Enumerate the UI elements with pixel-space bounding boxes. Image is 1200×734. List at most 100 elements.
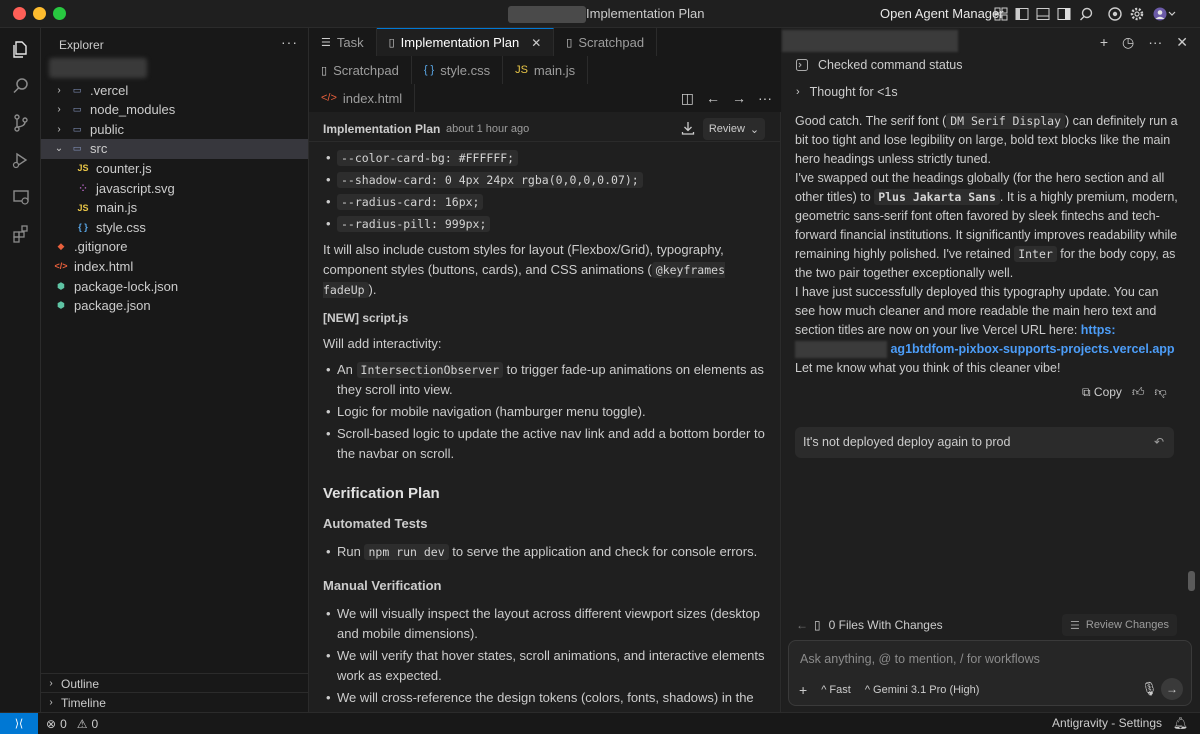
tab-label: Scratchpad <box>333 62 399 78</box>
tree-folder[interactable]: › ▭ node_modules <box>41 100 308 120</box>
extensions-icon[interactable] <box>11 224 31 244</box>
editor-tab[interactable]: ▯ Scratchpad <box>309 56 412 84</box>
folder-open-icon: ▭ <box>72 143 82 154</box>
more-actions-icon[interactable]: ··· <box>758 90 772 106</box>
settings-status-item[interactable]: Antigravity - Settings <box>1052 716 1162 730</box>
close-icon[interactable]: ✕ <box>1176 34 1188 51</box>
undo-icon[interactable]: ↶ <box>1154 435 1164 449</box>
copy-button[interactable]: ⧉ Copy <box>1082 385 1122 400</box>
notifications-bell-icon[interactable]: 🔔︎ <box>1173 716 1188 730</box>
editor-tab[interactable]: { } style.css <box>412 56 504 84</box>
tree-folder[interactable]: › ▭ .vercel <box>41 80 308 100</box>
tree-file[interactable]: ⬢ package.json <box>41 296 308 316</box>
checked-command-status-step[interactable]: Checked command status <box>796 58 963 72</box>
split-editor-icon[interactable]: ◫ <box>681 90 694 107</box>
thumbs-up-icon[interactable]: 👍︎ <box>1132 385 1145 400</box>
send-button[interactable]: → <box>1161 678 1183 700</box>
toggle-secondary-sidebar-icon[interactable] <box>1056 6 1072 22</box>
explorer-files-icon[interactable] <box>11 39 31 59</box>
back-arrow-icon[interactable]: ← <box>796 618 808 632</box>
warning-icon: ⚠ <box>76 716 88 731</box>
manual-list: We will visually inspect the layout acro… <box>323 604 773 708</box>
tree-file[interactable]: ◆ .gitignore <box>41 237 308 257</box>
review-dropdown-button[interactable]: Review ⌄ <box>703 118 765 140</box>
agent-panel: + ◷ ··· ✕ Checked command status › Thoug… <box>782 28 1200 712</box>
more-actions-icon[interactable]: ··· <box>1148 34 1162 51</box>
timeline-section-header[interactable]: › Timeline <box>41 692 308 712</box>
redacted-conversation-title <box>782 30 958 52</box>
problems-indicator[interactable]: ⊗ 0 ⚠ 0 <box>46 717 98 731</box>
user-message-bubble[interactable]: It's not deployed deploy again to prod ↶ <box>795 427 1174 458</box>
browser-icon[interactable] <box>1107 6 1123 22</box>
tree-file[interactable]: JS main.js <box>41 198 308 218</box>
tree-folder[interactable]: ⌄ ▭ src <box>41 138 308 159</box>
agent-input-box[interactable]: Ask anything, @ to mention, / for workfl… <box>788 640 1192 706</box>
tree-file[interactable]: </> index.html <box>41 256 308 276</box>
editor-tab[interactable]: ▯ Implementation Plan ✕ <box>376 28 555 56</box>
code-token: --shadow-card: 0 4px 24px rgba(0,0,0,0.0… <box>337 172 643 188</box>
toggle-sidebar-icon[interactable] <box>1014 6 1030 22</box>
run-debug-icon[interactable] <box>11 150 31 170</box>
open-agent-manager-button[interactable]: Open Agent Manager <box>880 6 1004 21</box>
editor-tab[interactable]: ▯ Scratchpad <box>554 28 658 56</box>
editor-tab[interactable]: </> index.html <box>309 84 416 112</box>
close-window-button[interactable] <box>13 7 26 20</box>
add-context-button[interactable]: + <box>799 682 807 698</box>
git-file-icon: ◆ <box>57 241 65 252</box>
settings-gear-icon[interactable] <box>1129 6 1145 22</box>
tree-file[interactable]: JS counter.js <box>41 158 308 178</box>
review-changes-button[interactable]: ☰ Review Changes <box>1062 614 1178 636</box>
message-actions: ⧉ Copy 👍︎ 👎︎ <box>1082 385 1167 400</box>
search-icon[interactable] <box>11 76 31 96</box>
folder-icon: ▭ <box>72 104 82 115</box>
explorer-title: Explorer <box>59 38 104 52</box>
status-bar: ⟩⟨ ⊗ 0 ⚠ 0 Antigravity - Settings 🔔︎ <box>0 712 1200 734</box>
arrow-right-icon: → <box>1166 682 1178 696</box>
code-token: --radius-pill: 999px; <box>337 216 491 232</box>
mode-selector[interactable]: ^ Fast <box>821 684 851 696</box>
document-header: Implementation Plan about 1 hour ago Rev… <box>309 114 781 142</box>
search-icon[interactable] <box>1078 6 1094 22</box>
list-item: --shadow-card: 0 4px 24px rgba(0,0,0,0.0… <box>323 170 773 190</box>
model-selector[interactable]: ^ Gemini 3.1 Pro (High) <box>865 684 980 696</box>
source-control-icon[interactable] <box>11 113 31 133</box>
tree-file[interactable]: { } style.css <box>41 217 308 237</box>
tree-file[interactable]: ⬢ package-lock.json <box>41 276 308 296</box>
outline-section-header[interactable]: › Outline <box>41 673 308 693</box>
thought-toggle[interactable]: › Thought for <1s <box>796 85 898 99</box>
thumbs-down-icon[interactable]: 👎︎ <box>1154 385 1166 400</box>
arrow-right-icon[interactable]: → <box>732 90 746 106</box>
document-icon: ▯ <box>566 36 573 49</box>
new-conversation-icon[interactable]: + <box>1100 34 1108 51</box>
scrollbar-thumb[interactable] <box>1188 571 1195 591</box>
remote-indicator-button[interactable]: ⟩⟨ <box>0 712 38 734</box>
microphone-icon[interactable]: 🎙︎ <box>1141 681 1158 697</box>
list-icon: ☰ <box>1070 619 1080 632</box>
document-icon: ▯ <box>321 64 328 77</box>
tab-label: Task <box>336 34 364 50</box>
editor-tab[interactable]: JS main.js <box>503 56 589 84</box>
redacted-workspace-root[interactable] <box>49 58 147 78</box>
download-icon[interactable] <box>681 121 695 135</box>
remote-explorer-icon[interactable] <box>11 187 31 207</box>
json-file-icon: ⬢ <box>57 300 65 311</box>
list-item: An IntersectionObserver to trigger fade-… <box>323 360 773 400</box>
toggle-panel-icon[interactable] <box>1035 6 1051 22</box>
account-avatar-icon[interactable] <box>1152 6 1176 22</box>
tab-label: index.html <box>342 90 403 106</box>
tree-file[interactable]: ⁘ javascript.svg <box>41 178 308 198</box>
terminal-icon <box>796 59 808 71</box>
history-icon[interactable]: ◷ <box>1122 34 1134 51</box>
maximize-window-button[interactable] <box>53 7 66 20</box>
editor-tab[interactable]: ☰ Task <box>309 28 377 56</box>
design-token-list: --color-card-bg: #FFFFFF; --shadow-card: … <box>323 148 773 234</box>
minimize-window-button[interactable] <box>33 7 46 20</box>
code-token: --radius-card: 16px; <box>337 194 484 210</box>
tree-folder[interactable]: › ▭ public <box>41 119 308 139</box>
explorer-more-actions-button[interactable]: ··· <box>281 34 298 50</box>
arrow-left-icon[interactable]: ← <box>706 90 720 106</box>
close-tab-icon[interactable]: ✕ <box>531 36 541 50</box>
grid-layout-icon[interactable] <box>993 6 1009 22</box>
tree-item-label: main.js <box>96 200 138 216</box>
message-paragraph: Good catch. The serif font (DM Serif Dis… <box>795 113 1178 166</box>
